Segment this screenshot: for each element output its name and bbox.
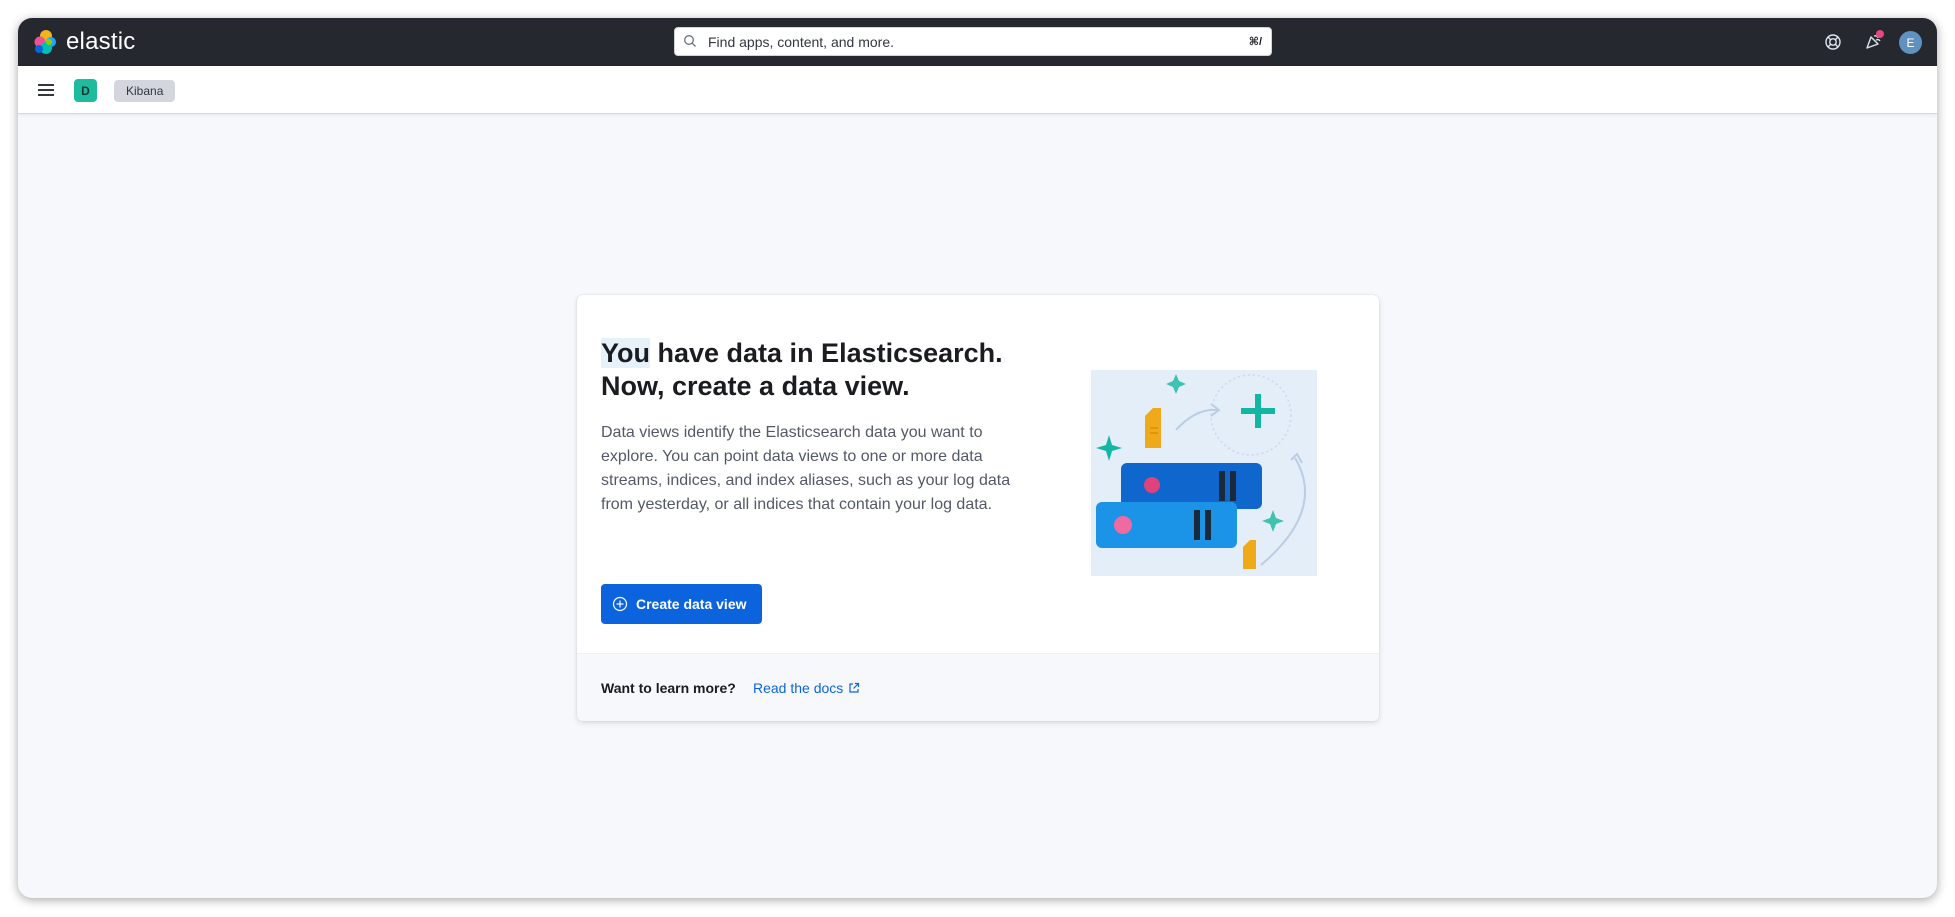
create-data-view-label: Create data view (636, 596, 747, 612)
data-view-illustration (1091, 370, 1317, 576)
space-avatar[interactable]: D (74, 79, 97, 102)
search-shortcut: ⌘/ (1248, 36, 1262, 48)
global-search[interactable]: ⌘/ (674, 27, 1272, 56)
plus-in-circle-icon (612, 596, 628, 612)
breadcrumb-bar: D Kibana (18, 66, 1937, 114)
read-docs-link[interactable]: Read the docs (753, 680, 860, 696)
notification-dot (1876, 30, 1884, 38)
elastic-logo[interactable]: elastic (32, 28, 135, 56)
title-highlight: You (601, 338, 650, 368)
title-text: have data in Elasticsearch. Now, create … (601, 338, 1003, 401)
create-data-view-button[interactable]: Create data view (601, 584, 762, 624)
help-button[interactable] (1821, 30, 1845, 54)
menu-icon (38, 84, 54, 96)
description: Data views identify the Elasticsearch da… (601, 424, 1011, 513)
external-link-icon (849, 682, 860, 693)
search-icon (684, 35, 696, 47)
card-footer: Want to learn more? Read the docs (577, 653, 1379, 721)
breadcrumb[interactable]: Kibana (114, 80, 176, 102)
news-feed-button[interactable] (1861, 30, 1885, 54)
read-docs-label: Read the docs (753, 680, 844, 696)
page-title: You have data in Elasticsearch. Now, cre… (601, 337, 1041, 403)
search-input[interactable] (706, 32, 1210, 51)
help-icon (1825, 34, 1841, 50)
menu-button[interactable] (36, 80, 56, 100)
learn-more-text: Want to learn more? (601, 680, 736, 696)
elastic-logo-icon (34, 30, 56, 54)
logo-text: elastic (66, 28, 136, 55)
top-header: elastic ⌘/ (18, 18, 1937, 66)
app-window: elastic ⌘/ (18, 18, 1937, 898)
empty-state-card: You have data in Elasticsearch. Now, cre… (577, 295, 1379, 721)
user-avatar[interactable]: E (1899, 31, 1922, 54)
